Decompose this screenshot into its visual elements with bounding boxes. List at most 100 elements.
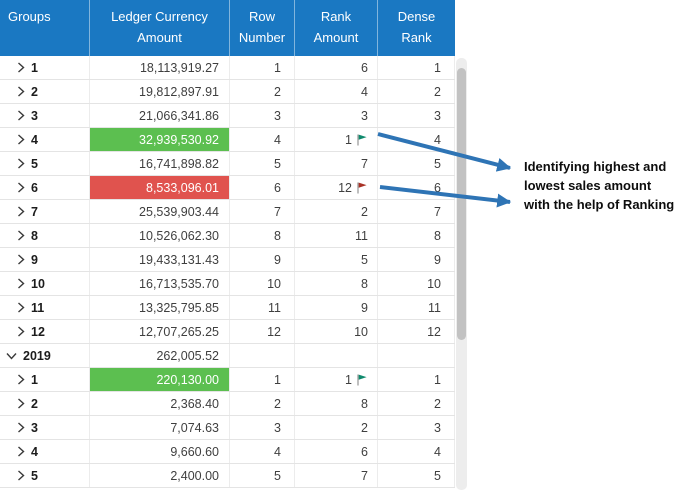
column-header-label: Rank [321,6,351,27]
table-row[interactable]: 1113,325,795.8511911 [0,296,455,320]
table-row[interactable]: 1016,713,535.7010810 [0,272,455,296]
table-row[interactable]: 2019262,005.52 [0,344,455,368]
dense-rank-cell [378,344,455,367]
table-row[interactable]: 219,812,897.91242 [0,80,455,104]
table-row[interactable]: 321,066,341.86333 [0,104,455,128]
group-cell: 10 [0,272,90,295]
chevron-right-icon[interactable] [17,134,25,145]
group-cell: 2019 [0,344,90,367]
table-row[interactable]: 516,741,898.82575 [0,152,455,176]
amount-value: 10,526,062.30 [139,229,219,243]
dense-rank-cell: 3 [378,104,455,127]
row-number-cell: 1 [230,56,295,79]
chevron-right-icon[interactable] [17,110,25,121]
vertical-scrollbar[interactable] [456,58,467,490]
chevron-right-icon[interactable] [17,86,25,97]
dense-rank-value: 4 [434,445,441,459]
table-row[interactable]: 919,433,131.43959 [0,248,455,272]
dense-rank-cell: 5 [378,152,455,175]
chevron-down-icon[interactable] [6,352,17,360]
green-flag-icon [355,373,368,387]
chevron-right-icon[interactable] [17,230,25,241]
group-cell: 1 [0,368,90,391]
group-label: 4 [31,133,38,147]
group-label: 12 [31,325,45,339]
group-label: 9 [31,253,38,267]
table-row[interactable]: 725,539,903.44727 [0,200,455,224]
row-number-value: 6 [274,181,281,195]
table-row[interactable]: 52,400.00575 [0,464,455,488]
group-label: 10 [31,277,45,291]
dense-rank-value: 7 [434,205,441,219]
column-header-label: Row [249,6,275,27]
rank-value: 7 [361,157,368,171]
column-header-label: Number [239,27,285,48]
chevron-right-icon[interactable] [17,62,25,73]
group-label: 2 [31,85,38,99]
column-header-row-number[interactable]: Row Number [230,0,295,56]
amount-cell: 10,526,062.30 [90,224,230,247]
group-label: 3 [31,421,38,435]
green-flag-icon [355,133,368,147]
rank-value: 8 [361,397,368,411]
column-header-dense-rank[interactable]: Dense Rank [378,0,455,56]
amount-value: 16,741,898.82 [139,157,219,171]
table-row[interactable]: 49,660.60464 [0,440,455,464]
group-label: 1 [31,373,38,387]
chevron-right-icon[interactable] [17,158,25,169]
table-row[interactable]: 68,533,096.016126 [0,176,455,200]
amount-value: 8,533,096.01 [146,181,219,195]
chevron-right-icon[interactable] [17,182,25,193]
rank-value: 10 [354,325,368,339]
group-cell: 5 [0,464,90,487]
rank-cell: 11 [295,224,378,247]
chevron-right-icon[interactable] [17,278,25,289]
amount-cell: 2,400.00 [90,464,230,487]
row-number-cell: 2 [230,80,295,103]
column-header-ledger-currency-amount[interactable]: Ledger Currency Amount [90,0,230,56]
rank-value: 6 [361,61,368,75]
column-header-groups[interactable]: Groups [0,0,90,56]
dense-rank-value: 4 [434,133,441,147]
table-row[interactable]: 432,939,530.92414 [0,128,455,152]
column-header-rank-amount[interactable]: Rank Amount [295,0,378,56]
scrollbar-thumb[interactable] [457,68,466,340]
rank-cell: 1 [295,128,378,151]
amount-cell: 19,812,897.91 [90,80,230,103]
table-row[interactable]: 118,113,919.27161 [0,56,455,80]
rank-cell: 2 [295,200,378,223]
amount-cell: 9,660.60 [90,440,230,463]
rank-value: 2 [361,421,368,435]
annotation-text: Identifying highest and lowest sales amo… [524,157,680,214]
chevron-right-icon[interactable] [17,302,25,313]
dense-rank-value: 8 [434,229,441,243]
chevron-right-icon[interactable] [17,470,25,481]
chevron-right-icon[interactable] [17,422,25,433]
amount-value: 18,113,919.27 [140,61,219,75]
rank-value: 5 [361,253,368,267]
table-row[interactable]: 1212,707,265.25121012 [0,320,455,344]
chevron-right-icon[interactable] [17,326,25,337]
table-row[interactable]: 37,074.63323 [0,416,455,440]
column-header-label: Groups [8,6,51,27]
row-number-cell: 4 [230,440,295,463]
table-row[interactable]: 1220,130.00111 [0,368,455,392]
table-row[interactable]: 810,526,062.308118 [0,224,455,248]
group-label: 11 [31,301,44,315]
dense-rank-value: 3 [434,109,441,123]
chevron-right-icon[interactable] [17,206,25,217]
chevron-right-icon[interactable] [17,254,25,265]
row-number-value: 9 [274,253,281,267]
group-label: 8 [31,229,38,243]
row-number-value: 3 [274,109,281,123]
chevron-right-icon[interactable] [17,446,25,457]
group-cell: 3 [0,104,90,127]
chevron-right-icon[interactable] [17,374,25,385]
group-label: 4 [31,445,38,459]
amount-cell: 13,325,795.85 [90,296,230,319]
dense-rank-cell: 8 [378,224,455,247]
group-cell: 6 [0,176,90,199]
chevron-right-icon[interactable] [17,398,25,409]
table-row[interactable]: 22,368.40282 [0,392,455,416]
amount-value: 19,433,131.43 [139,253,219,267]
